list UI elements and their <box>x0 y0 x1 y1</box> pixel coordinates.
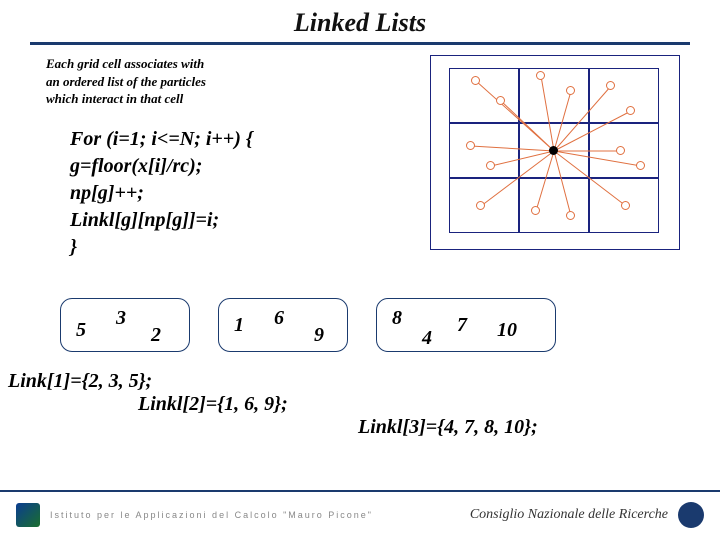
link-results: Link[1]={2, 3, 5}; Linkl[2]={1, 6, 9}; L… <box>8 370 538 439</box>
particle <box>626 106 635 115</box>
footer: Istituto per le Applicazioni del Calcolo… <box>0 490 720 540</box>
iac-logo-icon <box>16 503 40 527</box>
bucket-3: 8 4 7 10 <box>376 298 556 352</box>
particle <box>486 161 495 170</box>
particle <box>531 206 540 215</box>
num: 4 <box>422 327 432 350</box>
link-line: Linkl[2]={1, 6, 9}; <box>138 393 538 416</box>
bucket-1: 5 3 2 <box>60 298 190 352</box>
link-line: Linkl[3]={4, 7, 8, 10}; <box>358 416 538 439</box>
footer-left: Istituto per le Applicazioni del Calcolo… <box>16 503 373 527</box>
num: 10 <box>497 319 517 342</box>
num: 8 <box>392 307 402 330</box>
num: 6 <box>274 307 284 330</box>
num: 7 <box>457 314 467 337</box>
particle <box>616 146 625 155</box>
footer-right: Consiglio Nazionale delle Ricerche <box>470 502 704 528</box>
particle-center <box>549 146 558 155</box>
particle <box>476 201 485 210</box>
particle <box>566 86 575 95</box>
buckets-row: 5 3 2 1 6 9 8 4 7 10 <box>60 298 556 352</box>
particle <box>566 211 575 220</box>
particle <box>621 201 630 210</box>
num: 1 <box>234 314 244 337</box>
grid-diagram <box>430 55 680 250</box>
particle <box>636 161 645 170</box>
particle <box>496 96 505 105</box>
particle <box>606 81 615 90</box>
footer-rule <box>0 490 720 492</box>
particle <box>466 141 475 150</box>
num: 5 <box>76 319 86 342</box>
num: 3 <box>116 307 126 330</box>
footer-left-text: Istituto per le Applicazioni del Calcolo… <box>50 510 373 520</box>
page-title: Linked Lists <box>0 0 720 38</box>
particle <box>536 71 545 80</box>
num: 9 <box>314 324 324 347</box>
footer-right-text: Consiglio Nazionale delle Ricerche <box>470 507 668 523</box>
num: 2 <box>151 324 161 347</box>
particle <box>471 76 480 85</box>
bucket-2: 1 6 9 <box>218 298 348 352</box>
link-line: Link[1]={2, 3, 5}; <box>8 370 538 393</box>
title-rule <box>30 42 690 45</box>
cnr-logo-icon <box>678 502 704 528</box>
